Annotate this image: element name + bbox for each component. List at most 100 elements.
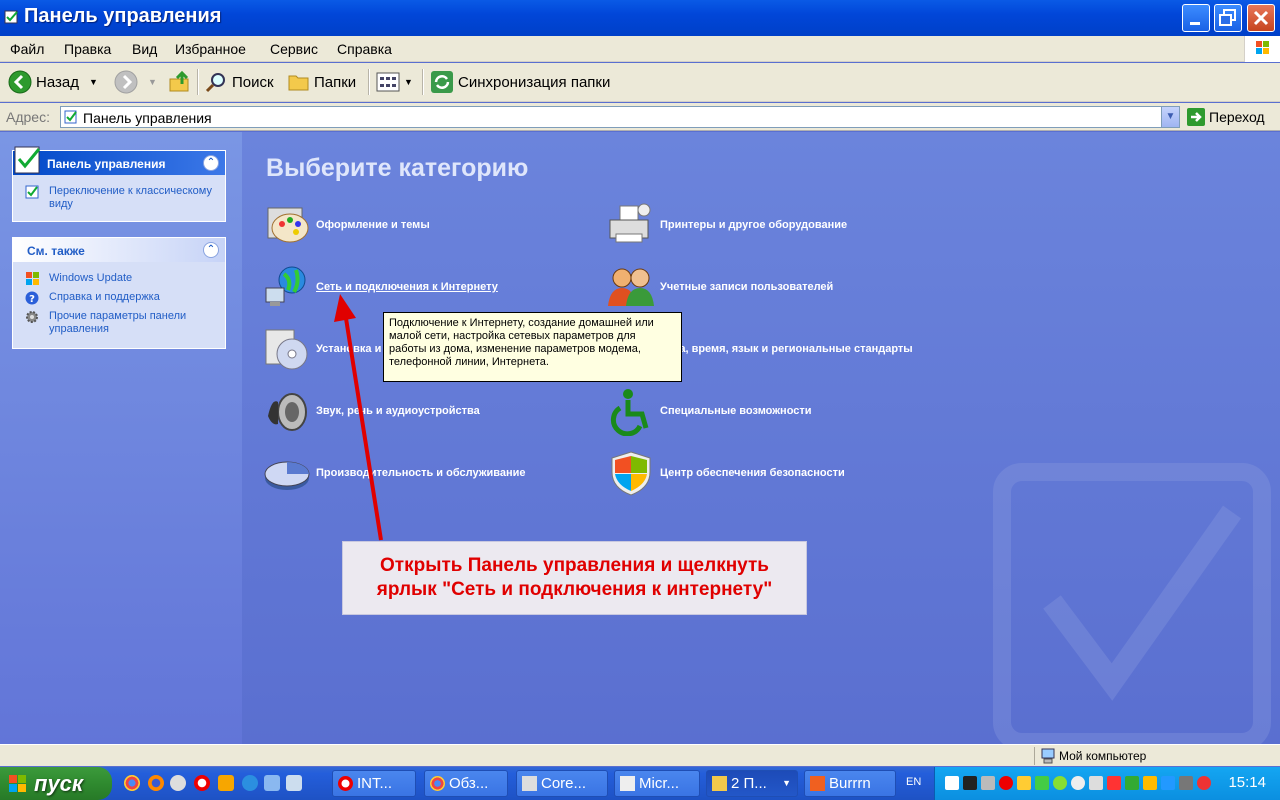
task-label: Burrrn — [829, 775, 871, 792]
app-quicklaunch-icon[interactable] — [264, 775, 280, 791]
control-panel-box-header[interactable]: Панель управления ⌃ — [13, 146, 225, 175]
ie-quicklaunch-icon[interactable] — [242, 775, 258, 791]
tray-icon[interactable] — [999, 776, 1013, 790]
app-quicklaunch-icon[interactable] — [218, 775, 234, 791]
category-printers-label: Принтеры и другое оборудование — [660, 219, 848, 231]
category-accessibility[interactable]: Специальные возможности — [606, 386, 812, 436]
forward-arrow-icon — [114, 70, 138, 94]
tray-icon[interactable] — [1161, 776, 1175, 790]
opera-quicklaunch-icon[interactable] — [194, 775, 210, 791]
search-button[interactable]: Поиск — [204, 69, 274, 95]
windows-update-link[interactable]: Windows Update — [13, 272, 225, 285]
control-panel-box: Панель управления ⌃ Переключение к класс… — [12, 146, 226, 222]
other-options-label: Прочие параметры панели управления — [49, 310, 187, 335]
firefox-quicklaunch-icon[interactable] — [148, 775, 164, 791]
tray-icon[interactable] — [1071, 776, 1085, 790]
menu-tools[interactable]: Сервис — [270, 41, 318, 57]
forward-button[interactable]: ▼ — [114, 69, 157, 95]
tray-icon[interactable] — [1197, 776, 1211, 790]
minimize-button[interactable] — [1182, 4, 1210, 32]
task-button-opera[interactable]: INT... — [332, 770, 416, 797]
task-pane: Панель управления ⌃ Переключение к класс… — [0, 132, 242, 744]
task-button-micr[interactable]: Micr... — [614, 770, 700, 797]
see-also-header[interactable]: См. также ⌃ — [13, 238, 225, 262]
task-label: Micr... — [639, 775, 679, 792]
category-sound[interactable]: Звук, речь и аудиоустройства — [262, 386, 480, 436]
collapse-icon[interactable]: ⌃ — [203, 242, 219, 258]
menu-help[interactable]: Справка — [337, 41, 392, 57]
tray-icon[interactable] — [1125, 776, 1139, 790]
volume-icon[interactable] — [1089, 776, 1103, 790]
category-appearance[interactable]: Оформление и темы — [262, 200, 430, 250]
category-security[interactable]: Центр обеспечения безопасности — [606, 448, 845, 498]
control-panel-icon — [14, 146, 41, 174]
task-button-folders[interactable]: 2 П... ▼ — [706, 770, 798, 797]
switch-classic-view-link[interactable]: Переключение к классическому виду — [13, 185, 225, 211]
tray-icon[interactable] — [1107, 776, 1121, 790]
maximize-button[interactable] — [1214, 4, 1242, 32]
category-network[interactable]: Сеть и подключения к Интернету — [262, 262, 498, 312]
category-users[interactable]: Учетные записи пользователей — [606, 262, 833, 312]
up-folder-button[interactable] — [168, 69, 192, 95]
toolbar-separator — [422, 69, 424, 95]
user-accounts-icon — [608, 268, 654, 306]
tray-icon[interactable] — [963, 776, 977, 790]
task-button-chrome[interactable]: Обз... — [424, 770, 508, 797]
palette-icon — [267, 207, 309, 243]
task-button-burrrn[interactable]: Burrrn — [804, 770, 896, 797]
clock[interactable]: 15:14 — [1228, 774, 1266, 791]
network-tooltip: Подключение к Интернету, создание домашн… — [383, 312, 682, 382]
tray-icon[interactable] — [1179, 776, 1193, 790]
folders-button[interactable]: Папки — [288, 69, 356, 95]
start-label: пуск — [34, 771, 84, 796]
control-panel-icon — [64, 110, 77, 124]
category-performance-label: Производительность и обслуживание — [316, 467, 526, 479]
app-quicklaunch-icon[interactable] — [286, 775, 302, 791]
opera-icon — [338, 776, 353, 791]
tray-icon[interactable] — [981, 776, 995, 790]
other-options-link[interactable]: Прочие параметры панели управления — [13, 310, 225, 336]
category-performance[interactable]: Производительность и обслуживание — [262, 448, 526, 498]
menu-view[interactable]: Вид — [132, 41, 157, 57]
views-dropdown-icon[interactable]: ▼ — [404, 77, 413, 87]
back-button[interactable]: Назад ▼ — [8, 69, 98, 95]
go-button[interactable]: Переход — [1187, 108, 1265, 126]
tray-icon[interactable] — [1035, 776, 1049, 790]
start-button[interactable]: пуск — [0, 767, 112, 800]
tray-icon[interactable] — [1143, 776, 1157, 790]
address-dropdown-icon[interactable]: ▼ — [1161, 107, 1179, 127]
accessibility-icon — [610, 389, 649, 436]
tray-icon[interactable] — [1017, 776, 1031, 790]
task-button-core[interactable]: Core... — [516, 770, 608, 797]
sync-label: Синхронизация папки — [458, 73, 611, 91]
sync-folder-button[interactable]: Синхронизация папки — [430, 69, 610, 95]
close-button[interactable] — [1247, 4, 1275, 32]
search-icon — [205, 73, 225, 93]
toolbar: Назад ▼ ▼ Поиск Папки ▼ Синхронизация па… — [0, 63, 1280, 102]
collapse-icon[interactable]: ⌃ — [203, 155, 219, 171]
category-printers[interactable]: Принтеры и другое оборудование — [606, 200, 847, 250]
help-support-link[interactable]: ? Справка и поддержка — [13, 291, 225, 305]
tray-icon[interactable] — [1053, 776, 1067, 790]
go-arrow-icon — [1187, 108, 1205, 126]
status-text: Мой компьютер — [1059, 749, 1147, 763]
windows-flag-icon — [9, 775, 26, 792]
title-bar[interactable]: Панель управления — [0, 0, 1280, 36]
menu-edit[interactable]: Правка — [64, 41, 111, 57]
forward-dropdown-icon[interactable]: ▼ — [148, 77, 157, 87]
my-computer-icon — [1041, 748, 1055, 764]
menu-file[interactable]: Файл — [10, 41, 44, 57]
app-quicklaunch-icon[interactable] — [170, 775, 186, 791]
group-dropdown-icon[interactable]: ▼ — [782, 778, 791, 788]
chrome-quicklaunch-icon[interactable] — [124, 775, 140, 791]
menu-favorites[interactable]: Избранное — [175, 41, 246, 57]
printer-icon — [609, 203, 651, 243]
views-icon — [376, 72, 400, 92]
language-indicator[interactable]: EN — [906, 776, 921, 788]
back-dropdown-icon[interactable]: ▼ — [89, 77, 98, 87]
address-input[interactable]: Панель управления ▼ — [60, 106, 1180, 128]
views-button[interactable]: ▼ — [376, 69, 413, 95]
address-bar: Адрес: Панель управления ▼ Переход — [0, 103, 1280, 131]
category-accessibility-label: Специальные возможности — [660, 405, 812, 417]
tray-icon[interactable] — [945, 776, 959, 790]
